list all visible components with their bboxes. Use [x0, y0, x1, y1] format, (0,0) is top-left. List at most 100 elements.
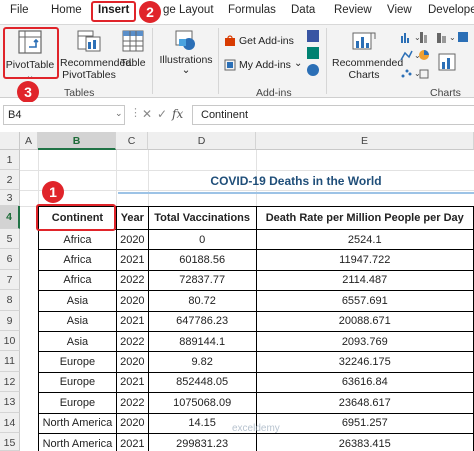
- step-badge-2: 2: [139, 1, 161, 23]
- cell-year[interactable]: 2022: [115, 269, 149, 292]
- cell-continent[interactable]: North America: [38, 432, 117, 451]
- tab-view[interactable]: View: [387, 4, 412, 16]
- column-header-a[interactable]: A: [20, 132, 38, 150]
- tab-data[interactable]: Data: [291, 4, 315, 16]
- row-header-7[interactable]: 7: [0, 269, 20, 291]
- cell-vaccinations[interactable]: 9.82: [147, 351, 257, 373]
- insert-function-icon[interactable]: fx: [172, 107, 183, 121]
- name-box[interactable]: B4: [3, 105, 125, 125]
- header-total-vaccinations[interactable]: Total Vaccinations: [147, 206, 257, 230]
- cell-continent[interactable]: Africa: [38, 269, 117, 292]
- tab-file[interactable]: File: [10, 4, 29, 16]
- tab-developer[interactable]: Develope: [428, 4, 474, 16]
- cell-vaccinations[interactable]: 299831.23: [147, 432, 257, 451]
- cell-year[interactable]: 2021: [115, 310, 149, 332]
- row-header-3[interactable]: 3: [0, 190, 20, 206]
- recommended-charts-button[interactable]: Recommended Charts: [332, 26, 403, 84]
- cell-year[interactable]: 2021: [115, 432, 149, 451]
- cell-year[interactable]: 2020: [115, 228, 149, 251]
- options-dots-icon[interactable]: ⋮: [130, 106, 141, 119]
- sheet-title[interactable]: COVID-19 Deaths in the World: [118, 170, 474, 192]
- cell-vaccinations[interactable]: 1075068.09: [147, 392, 257, 414]
- scatter-chart-button[interactable]: ⌄: [400, 66, 430, 80]
- map-chart-button[interactable]: ⌄: [436, 30, 470, 44]
- get-addins-button[interactable]: Get Add-ins: [224, 34, 304, 50]
- cell-vaccinations[interactable]: 60188.56: [147, 249, 257, 271]
- row-header-12[interactable]: 12: [0, 371, 20, 393]
- cell-year[interactable]: 2022: [115, 330, 149, 353]
- table-button[interactable]: Table: [118, 26, 148, 84]
- cell-death-rate[interactable]: 20088.671: [255, 310, 474, 332]
- cell-continent[interactable]: Asia: [38, 330, 117, 353]
- column-header-c[interactable]: C: [116, 132, 148, 150]
- illustrations-icon: [175, 30, 195, 50]
- cell-death-rate[interactable]: 6951.257: [255, 412, 474, 434]
- row-header-15[interactable]: 15: [0, 433, 20, 451]
- pivotchart-button[interactable]: [436, 50, 470, 78]
- cell-death-rate[interactable]: 2093.769: [255, 330, 474, 353]
- row-header-4[interactable]: 4: [0, 206, 20, 229]
- cell-death-rate[interactable]: 26383.415: [255, 432, 474, 451]
- row-header-8[interactable]: 8: [0, 290, 20, 311]
- row-header-2[interactable]: 2: [0, 170, 20, 190]
- cell-vaccinations[interactable]: 0: [147, 228, 257, 251]
- cell-vaccinations[interactable]: 647786.23: [147, 310, 257, 332]
- cell-continent[interactable]: Africa: [38, 228, 117, 251]
- name-box-chevron-down-icon[interactable]: ⌄: [115, 108, 123, 119]
- header-death-rate[interactable]: Death Rate per Million People per Day: [255, 206, 474, 230]
- people-icon[interactable]: [307, 64, 319, 76]
- formula-input[interactable]: Continent: [192, 105, 474, 125]
- cell-death-rate[interactable]: 11947.722: [255, 249, 474, 271]
- illustrations-button[interactable]: Illustrations ⌄: [158, 26, 214, 84]
- cell-death-rate[interactable]: 63616.84: [255, 371, 474, 394]
- cell-year[interactable]: 2020: [115, 351, 149, 373]
- cancel-icon[interactable]: ✕: [142, 107, 152, 121]
- row-header-1[interactable]: 1: [0, 150, 20, 170]
- tab-formulas[interactable]: Formulas: [228, 4, 276, 16]
- row-header-9[interactable]: 9: [0, 310, 20, 331]
- tab-review[interactable]: Review: [334, 4, 372, 16]
- row-header-10[interactable]: 10: [0, 331, 20, 352]
- cell-death-rate[interactable]: 2524.1: [255, 228, 474, 251]
- cell-continent[interactable]: Europe: [38, 351, 117, 373]
- cell-year[interactable]: 2022: [115, 392, 149, 414]
- visio-icon[interactable]: [307, 30, 319, 42]
- tab-page-layout[interactable]: ge Layout: [163, 4, 214, 16]
- cell-year[interactable]: 2021: [115, 249, 149, 271]
- cell-year[interactable]: 2020: [115, 412, 149, 434]
- cell-continent[interactable]: Europe: [38, 371, 117, 394]
- bing-icon[interactable]: [307, 47, 319, 59]
- enter-icon[interactable]: ✓: [157, 107, 167, 121]
- row-header-14[interactable]: 14: [0, 412, 20, 433]
- cell-continent[interactable]: Africa: [38, 249, 117, 271]
- cell-continent[interactable]: North America: [38, 412, 117, 434]
- cell-vaccinations[interactable]: 80.72: [147, 290, 257, 312]
- tab-home[interactable]: Home: [51, 4, 82, 16]
- cell-continent[interactable]: Europe: [38, 392, 117, 414]
- cell-vaccinations[interactable]: 852448.05: [147, 371, 257, 394]
- cell-death-rate[interactable]: 6557.691: [255, 290, 474, 312]
- column-chart-button[interactable]: ⌄: [400, 30, 430, 44]
- row-header-5[interactable]: 5: [0, 229, 20, 250]
- cell-vaccinations[interactable]: 889144.1: [147, 330, 257, 353]
- cell-year[interactable]: 2021: [115, 371, 149, 394]
- my-addins-button[interactable]: My Add-ins ⌄: [224, 58, 304, 74]
- column-header-b[interactable]: B: [38, 132, 116, 150]
- cell-vaccinations[interactable]: 72837.77: [147, 269, 257, 292]
- row-header-13[interactable]: 13: [0, 392, 20, 413]
- column-header-d[interactable]: D: [148, 132, 256, 150]
- cell-death-rate[interactable]: 23648.617: [255, 392, 474, 414]
- cell-year[interactable]: 2020: [115, 290, 149, 312]
- header-year[interactable]: Year: [115, 206, 149, 230]
- cell-death-rate[interactable]: 2114.487: [255, 269, 474, 292]
- line-chart-button[interactable]: ⌄: [400, 48, 430, 62]
- cell-continent[interactable]: Asia: [38, 310, 117, 332]
- select-all-corner[interactable]: [0, 132, 20, 150]
- svg-text:⌄: ⌄: [449, 33, 456, 42]
- row-header-6[interactable]: 6: [0, 249, 20, 270]
- column-header-e[interactable]: E: [256, 132, 474, 150]
- row-header-11[interactable]: 11: [0, 351, 20, 372]
- cell-death-rate[interactable]: 32246.175: [255, 351, 474, 373]
- recommended-pivottables-button[interactable]: Recommended PivotTables: [60, 26, 131, 84]
- cell-continent[interactable]: Asia: [38, 290, 117, 312]
